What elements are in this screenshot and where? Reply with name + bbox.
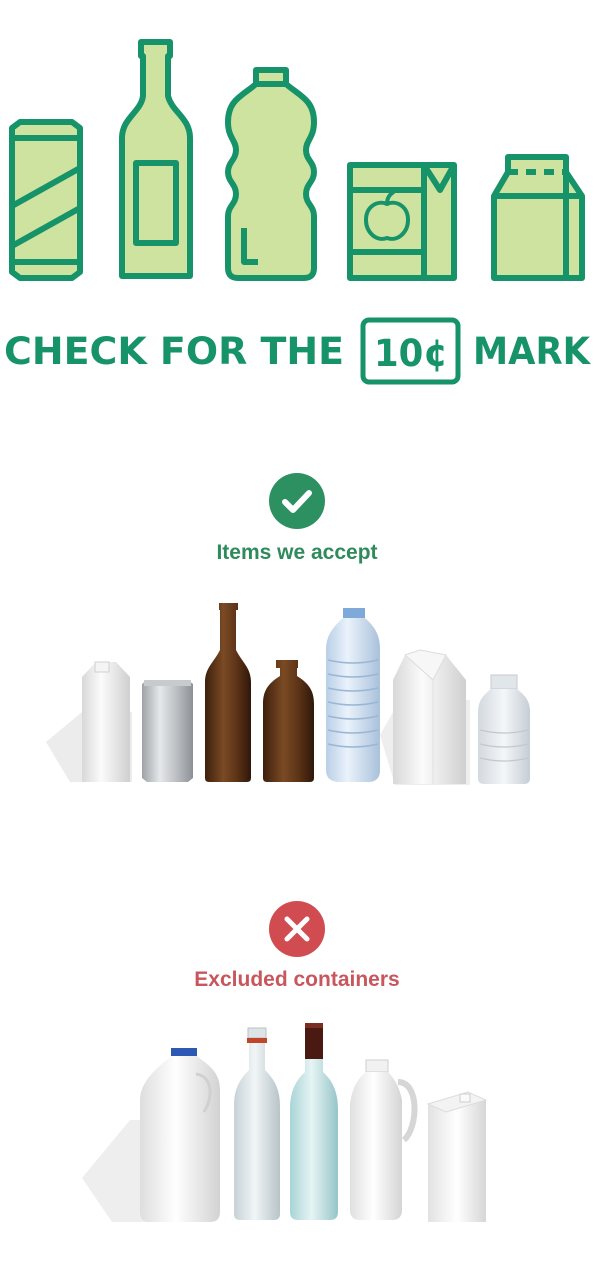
- glass-bottle-icon: [119, 39, 193, 279]
- excluded-item: [350, 1059, 418, 1220]
- check-icon: [282, 490, 312, 513]
- headline-tail: MARK: [473, 330, 591, 373]
- hero-illustration: [9, 39, 585, 281]
- accepted-item: [478, 674, 530, 784]
- accepted-item: [205, 603, 251, 782]
- excluded-item: [140, 1048, 220, 1222]
- excluded-item: [290, 1023, 338, 1220]
- accepted-status-badge: [269, 473, 325, 529]
- headline-lead: CHECK FOR THE: [4, 330, 344, 373]
- accepted-item: [326, 608, 380, 782]
- can-icon: [9, 119, 83, 281]
- headline: CHECK FOR THE 10¢ MARK: [4, 317, 591, 385]
- accepted-item: [142, 680, 193, 782]
- plastic-bottle-icon: [225, 67, 317, 281]
- excluded-items-photo: [82, 1023, 488, 1222]
- excluded-status-badge: [269, 901, 325, 957]
- excluded-item: [426, 1091, 488, 1222]
- close-icon: [284, 916, 310, 942]
- ten-cent-mark: 10¢: [374, 332, 448, 375]
- accepted-title: Items we accept: [216, 541, 378, 564]
- accepted-item: [393, 649, 466, 784]
- accepted-item: [82, 661, 130, 782]
- accepted-item: [263, 660, 314, 782]
- milk-carton-icon: [491, 154, 585, 281]
- accepted-items-photo: [46, 603, 530, 785]
- juice-box-icon: [347, 162, 457, 281]
- excluded-item: [234, 1027, 280, 1220]
- excluded-title: Excluded containers: [194, 968, 400, 991]
